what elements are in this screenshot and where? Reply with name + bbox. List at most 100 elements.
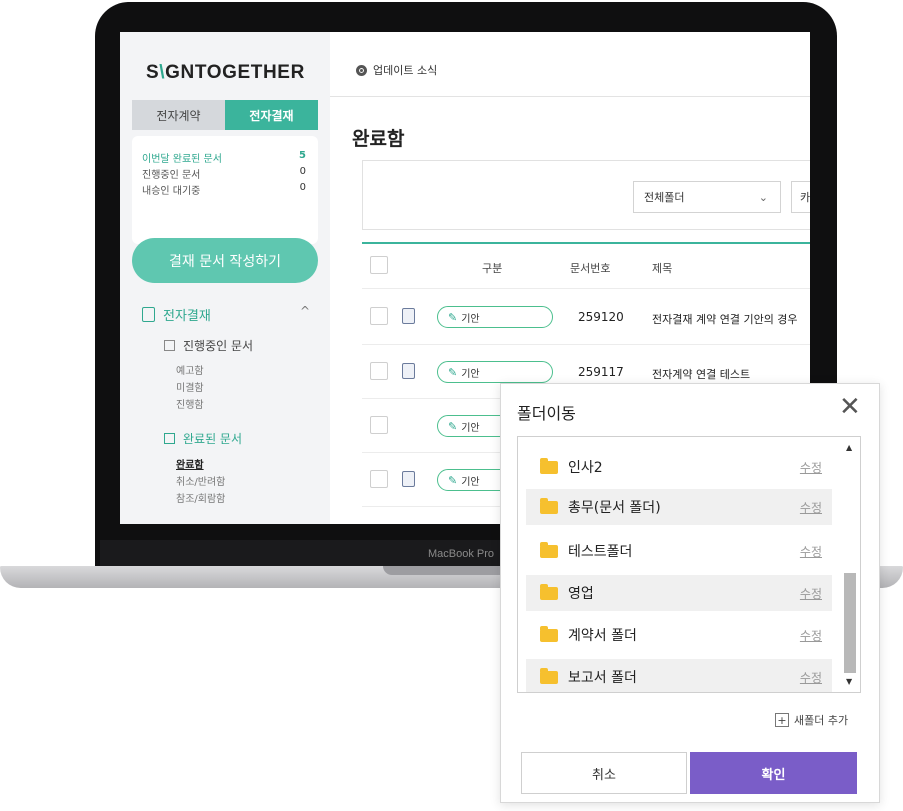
document-icon[interactable] [402,471,415,487]
tab-e-contract[interactable]: 전자계약 [132,100,225,130]
sidebar: S\GNTOGETHER 전자계약 전자결재 이번달 완료된 문서 5 진행중인… [120,32,330,524]
stat-value: 0 [299,182,306,193]
scrollbar-thumb[interactable] [844,573,856,673]
folder-edit-link[interactable]: 수정 [800,669,822,686]
nav-item-yego[interactable]: 예고함 [176,362,204,377]
document-icon[interactable] [402,308,415,324]
logo[interactable]: S\GNTOGETHER [146,62,305,84]
stat-label: 이번달 완료된 문서 [142,154,222,165]
type-badge-label: 기안 [461,368,480,380]
folder-name: 영업 [568,586,594,602]
row-divider [362,288,810,289]
folder-item[interactable]: 영업 수정 [526,575,832,611]
close-icon[interactable]: ✕ [839,394,861,420]
write-approval-button[interactable]: 결재 문서 작성하기 [132,238,318,283]
nav-group-label: 완료된 문서 [183,432,243,446]
update-news-label: 업데이트 소식 [373,64,438,77]
type-badge: ✎ 기안 [437,361,553,383]
modal-title: 폴더이동 [517,404,576,423]
draft-icon: ✎ [448,365,458,379]
nav-item-jinhaeng[interactable]: 진행함 [176,396,204,411]
cancel-button[interactable]: 취소 [521,752,687,794]
page-title: 완료함 [352,128,405,150]
doc-title-link[interactable]: 전자결재 계약 연결 기안의 경우 [652,311,798,327]
row-checkbox[interactable] [370,307,388,325]
type-badge-label: 기안 [461,313,480,325]
folder-edit-link[interactable]: 수정 [800,459,822,476]
stat-pending-approval[interactable]: 내승인 대기중 0 [142,182,306,198]
folder-icon [540,625,558,642]
folder-select-value: 전체폴더 [644,191,685,204]
draft-icon: ✎ [448,473,458,487]
add-folder-label: 새폴더 추가 [794,714,849,727]
stat-value: 5 [299,150,306,161]
folder-icon [540,583,558,600]
nav-item-completed-box[interactable]: 완료함 [176,456,204,471]
nav-group-label: 진행중인 문서 [183,339,254,353]
document-icon[interactable] [402,363,415,379]
nav-section-e-approval[interactable]: 전자결재 ^ [142,304,318,324]
folder-item[interactable]: 인사2 수정 [526,449,832,485]
list-icon [164,340,175,351]
folder-name: 보고서 폴더 [568,670,637,686]
folder-icon [540,667,558,684]
stat-label: 내승인 대기중 [142,186,201,197]
doc-number: 259120 [578,310,624,324]
add-folder-button[interactable]: + 새폴더 추가 [775,712,848,728]
stats-card: 이번달 완료된 문서 5 진행중인 문서 0 내승인 대기중 0 [132,136,318,244]
document-icon [142,306,155,322]
folder-item[interactable]: 계약서 폴더 수정 [526,617,832,653]
scroll-down-arrow[interactable]: ▼ [846,677,852,686]
nav-group-in-progress[interactable]: 진행중인 문서 [164,337,253,354]
select-all-checkbox[interactable] [370,256,388,274]
folder-name: 계약서 폴더 [568,628,637,644]
folder-edit-link[interactable]: 수정 [800,585,822,602]
scroll-up-arrow[interactable]: ▲ [846,443,852,452]
laptop-model-label: MacBook Pro [428,548,495,560]
type-badge: ✎ 기안 [437,306,553,328]
draft-icon: ✎ [448,419,458,433]
update-news-link[interactable]: 업데이트 소식 [356,62,437,78]
folder-item[interactable]: 총무(문서 폴더) 수정 [526,489,832,525]
folder-item[interactable]: 보고서 폴더 수정 [526,659,832,692]
folder-icon [540,497,558,514]
nav-item-migyeol[interactable]: 미결함 [176,379,204,394]
draft-icon: ✎ [448,310,458,324]
row-checkbox[interactable] [370,470,388,488]
nav-item-reference[interactable]: 참조/회람함 [176,490,225,505]
tab-e-approval[interactable]: 전자결재 [225,100,318,130]
stat-completed[interactable]: 이번달 완료된 문서 5 [142,150,306,166]
sidebar-tabs: 전자계약 전자결재 [132,100,318,130]
nav-section-label: 전자결재 [163,308,211,324]
category-select[interactable]: 카 [791,181,810,213]
folder-edit-link[interactable]: 수정 [800,627,822,644]
type-badge-label: 기안 [461,476,480,488]
stage: MacBook Pro S\GNTOGETHER 전자계약 전자결재 이번달 완… [0,0,903,811]
column-header-title: 제목 [652,262,673,275]
chevron-down-icon: ⌄ [758,190,768,204]
logo-text-start: S [146,62,160,83]
table-top-border [362,242,810,244]
stat-in-progress[interactable]: 진행중인 문서 0 [142,166,306,182]
chevron-up-icon[interactable]: ^ [300,304,310,318]
filter-panel: 전체폴더 ⌄ 카 [362,160,810,230]
column-header-docno: 문서번호 [570,262,611,275]
folder-edit-link[interactable]: 수정 [800,543,822,560]
row-checkbox[interactable] [370,416,388,434]
row-checkbox[interactable] [370,362,388,380]
nav-item-cancel-reject[interactable]: 취소/반려함 [176,473,225,488]
folder-list[interactable]: ▲ 인사2 수정 총무(문서 폴더) 수정 테스트폴더 수정 영업 수정 계약서… [517,436,861,693]
folder-move-modal: 폴더이동 ✕ ▲ 인사2 수정 총무(문서 폴더) 수정 테스트폴더 수정 영업 [500,383,880,803]
doc-title-link[interactable]: 전자계약 연결 테스트 [652,366,750,382]
folder-item[interactable]: 테스트폴더 수정 [526,533,832,569]
stat-value: 0 [299,166,306,177]
info-icon [356,64,367,76]
plus-icon: + [775,713,789,727]
logo-text-end: GNTOGETHER [165,62,305,83]
doc-number: 259117 [578,365,624,379]
folder-select[interactable]: 전체폴더 ⌄ [633,181,781,213]
confirm-button[interactable]: 확인 [690,752,857,794]
nav-group-completed[interactable]: 완료된 문서 [164,430,242,447]
list-icon [164,433,175,444]
folder-edit-link[interactable]: 수정 [800,499,822,516]
